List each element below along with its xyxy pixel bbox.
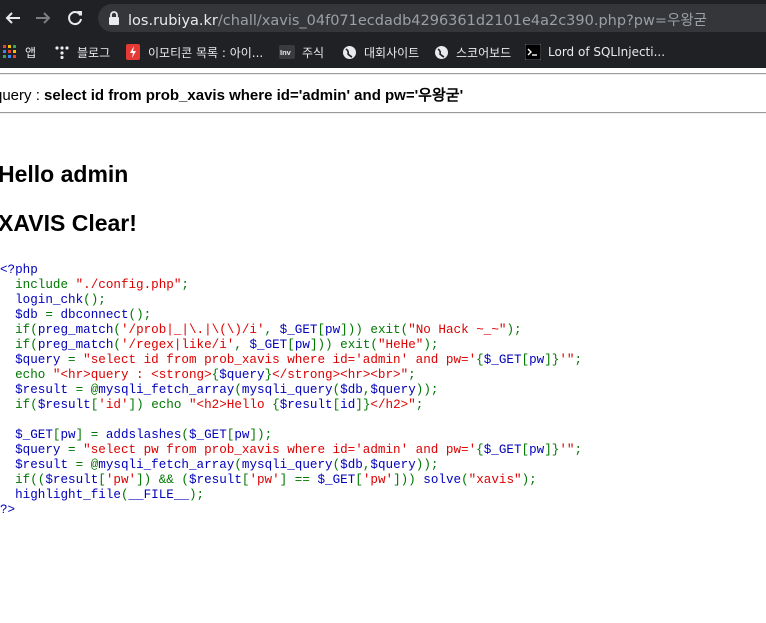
terminal-icon bbox=[525, 44, 541, 60]
globe-icon bbox=[341, 44, 357, 60]
bookmark-blog[interactable]: 블로그 bbox=[54, 42, 110, 62]
browser-chrome: los.rubiya.kr/chall/xavis_04f071ecdadb42… bbox=[0, 0, 766, 68]
reload-button[interactable] bbox=[63, 6, 87, 30]
forward-button[interactable] bbox=[31, 6, 55, 30]
bookmark-contest[interactable]: 대회사이트 bbox=[341, 42, 419, 62]
bookmark-label: 대회사이트 bbox=[364, 45, 420, 60]
url-path: /chall/xavis_04f071ecdadb4296361d2101e4a… bbox=[217, 13, 707, 29]
bookmark-label: Lord of SQLInjecti... bbox=[548, 45, 666, 59]
arrow-left-icon bbox=[5, 12, 20, 24]
divider-top bbox=[0, 73, 766, 75]
apps-grid-icon bbox=[2, 44, 18, 60]
bookmark-label: 스코어보드 bbox=[456, 45, 512, 60]
php-close-tag: ?> bbox=[0, 503, 16, 517]
bookmark-emoticon[interactable]: 이모티콘 목록 : 아이... bbox=[125, 42, 263, 62]
page-content: query : select id from prob_xavis where … bbox=[0, 68, 766, 623]
investing-icon: Inv bbox=[279, 44, 295, 60]
browser-toolbar: los.rubiya.kr/chall/xavis_04f071ecdadb42… bbox=[0, 0, 766, 36]
query-label: query : bbox=[0, 87, 40, 104]
bookmark-lord-of-sqli[interactable]: Lord of SQLInjecti... bbox=[525, 42, 665, 62]
bookmark-scoreboard[interactable]: 스코어보드 bbox=[433, 42, 511, 62]
url-text: los.rubiya.kr/chall/xavis_04f071ecdadb42… bbox=[128, 9, 707, 30]
bookmark-label: 앱 bbox=[25, 45, 37, 60]
php-open-tag: <?php bbox=[0, 263, 38, 277]
tistory-icon bbox=[54, 44, 70, 60]
php-source-code: <?php include "./config.php"; login_chk(… bbox=[0, 263, 583, 517]
bookmarks-bar: 앱 블로그 이모티콘 목록 : 아이... Inv 주식 대회사이트 스코어보드… bbox=[0, 36, 766, 68]
bookmark-stocks[interactable]: Inv 주식 bbox=[279, 42, 324, 62]
arrow-right-icon bbox=[36, 12, 51, 24]
bookmark-apps[interactable]: 앱 bbox=[2, 42, 36, 62]
lock-icon bbox=[108, 11, 120, 30]
query-value: select id from prob_xavis where id='admi… bbox=[44, 87, 464, 104]
hello-message: Hello admin bbox=[0, 161, 129, 187]
bookmark-label: 주식 bbox=[302, 45, 325, 60]
svg-text:Inv: Inv bbox=[280, 48, 292, 57]
reload-icon bbox=[68, 11, 82, 26]
bookmark-label: 블로그 bbox=[77, 45, 111, 60]
bookmark-red-icon bbox=[125, 44, 141, 60]
query-line: query : select id from prob_xavis where … bbox=[0, 84, 463, 105]
divider-bottom bbox=[0, 112, 766, 114]
clear-message: XAVIS Clear! bbox=[0, 210, 137, 236]
url-host: los.rubiya.kr bbox=[128, 13, 218, 29]
address-bar[interactable]: los.rubiya.kr/chall/xavis_04f071ecdadb42… bbox=[98, 4, 766, 32]
bookmark-label: 이모티콘 목록 : 아이... bbox=[148, 45, 264, 60]
globe-icon bbox=[433, 44, 449, 60]
back-button[interactable] bbox=[1, 6, 25, 30]
